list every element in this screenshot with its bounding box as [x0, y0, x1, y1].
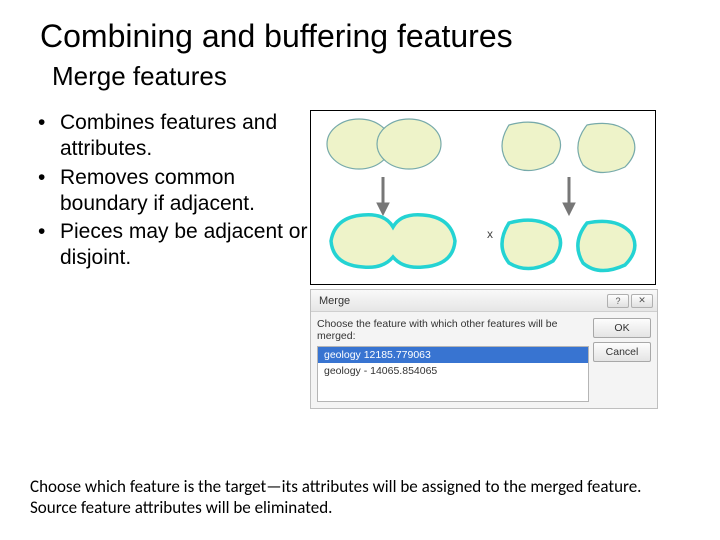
help-button[interactable]: ?	[607, 294, 629, 308]
close-button[interactable]: ✕	[631, 294, 653, 308]
cancel-button[interactable]: Cancel	[593, 342, 651, 362]
dialog-title: Merge	[319, 295, 605, 307]
bullet-list: • Combines features and attributes. • Re…	[0, 110, 310, 409]
list-row-selected[interactable]: geology 12185.779063	[318, 347, 588, 363]
slide-title: Combining and buffering features	[0, 0, 720, 55]
list-row[interactable]: geology - 14065.854065	[318, 363, 588, 379]
bullet-dot: •	[38, 110, 60, 163]
bullet-dot: •	[38, 165, 60, 218]
ok-button[interactable]: OK	[593, 318, 651, 338]
feature-listbox[interactable]: geology 12185.779063 geology - 14065.854…	[317, 346, 589, 402]
merge-illustration: x	[310, 110, 656, 285]
dialog-titlebar: Merge ? ✕	[311, 290, 657, 312]
merge-diagram-svg	[311, 111, 657, 286]
list-item: • Combines features and attributes.	[38, 110, 310, 163]
list-item: • Removes common boundary if adjacent.	[38, 165, 310, 218]
bullet-text: Pieces may be adjacent or disjoint.	[60, 219, 310, 272]
bullet-text: Removes common boundary if adjacent.	[60, 165, 310, 218]
bullet-text: Combines features and attributes.	[60, 110, 310, 163]
list-item: • Pieces may be adjacent or disjoint.	[38, 219, 310, 272]
slide-subtitle: Merge features	[0, 55, 720, 92]
footer-explanation: Choose which feature is the target—its a…	[30, 476, 690, 519]
bullet-dot: •	[38, 219, 60, 272]
x-marker: x	[487, 227, 493, 241]
merge-dialog: Merge ? ✕ Choose the feature with which …	[310, 289, 658, 409]
dialog-prompt: Choose the feature with which other feat…	[317, 318, 589, 342]
